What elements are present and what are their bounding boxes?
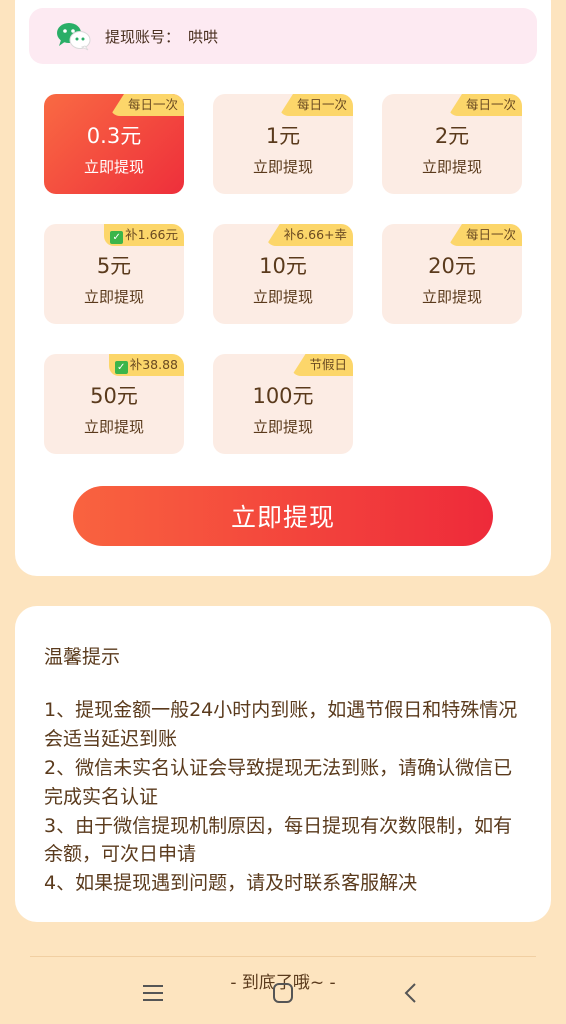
option-amount: 100元 [252,383,314,408]
footer-divider [30,956,536,957]
option-action-label: 立即提现 [83,157,144,176]
option-badge: 补6.66+幸 [265,224,353,246]
option-amount: 1元 [265,123,301,148]
option-action-label: 立即提现 [421,287,482,306]
option-amount: 0.3元 [86,123,142,148]
amount-option[interactable]: 每日一次 20元立即提现 [382,224,522,324]
option-amount: 20元 [428,253,476,278]
option-action-label: 立即提现 [421,157,482,176]
withdraw-button[interactable]: 立即提现 [73,486,493,546]
wechat-icon [55,21,95,51]
option-action-label: 立即提现 [252,417,313,436]
option-amount: 50元 [90,383,138,408]
option-badge-text: 补6.66+幸 [283,227,347,242]
tip-item: 4、如果提现遇到问题，请及时联系客服解决 [44,872,418,895]
tip-item: 3、由于微信提现机制原因，每日提现有次数限制，如有余额，可次日申请 [44,814,513,866]
option-amount: 10元 [259,253,307,278]
account-bar: 提现账号： 哄哄 [29,8,537,64]
option-badge: ✓ 补38.88 [108,354,184,376]
option-action-label: 立即提现 [83,417,144,436]
home-icon[interactable] [266,976,300,1010]
tips-title: 温馨提示 [44,646,121,668]
option-action-label: 立即提现 [83,287,144,306]
amount-option[interactable]: ✓ 补38.88 50元立即提现 [44,354,184,454]
option-badge: 每日一次 [447,224,522,246]
option-action-label: 立即提现 [252,157,313,176]
amount-option[interactable]: 补6.66+幸 10元立即提现 [213,224,353,324]
back-icon[interactable] [394,976,428,1010]
option-amount: 5元 [96,253,132,278]
option-badge: ✓ 补1.66元 [104,224,184,246]
option-badge-text: 补1.66元 [125,227,178,242]
option-badge: 每日一次 [109,94,184,116]
checkmark-icon: ✓ [110,231,124,244]
option-badge: 每日一次 [447,94,522,116]
option-badge-text: 节假日 [309,357,347,372]
amount-option[interactable]: 每日一次 2元立即提现 [382,94,522,194]
tip-item: 1、提现金额一般24小时内到账，如遇节假日和特殊情况会适当延迟到账 [44,699,518,750]
amount-option[interactable]: 每日一次 1元立即提现 [213,94,353,194]
system-navbar [0,968,566,1014]
tips-card: 温馨提示 1、提现金额一般24小时内到账，如遇节假日和特殊情况会适当延迟到账 2… [15,606,551,922]
tips-list: 1、提现金额一般24小时内到账，如遇节假日和特殊情况会适当延迟到账 2、微信未实… [44,696,524,898]
option-badge: 节假日 [291,354,353,376]
checkmark-icon: ✓ [114,361,128,374]
tip-item: 2、微信未实名认证会导致提现无法到账，请确认微信已完成实名认证 [44,756,513,808]
account-label: 提现账号： [105,27,181,46]
option-badge-text: 每日一次 [465,227,516,242]
option-badge-text: 每日一次 [465,97,516,112]
amount-option[interactable]: 节假日 100元立即提现 [213,354,353,454]
option-badge-text: 补38.88 [129,357,178,372]
amount-option[interactable]: ✓ 补1.66元 5元立即提现 [44,224,184,324]
option-badge-text: 每日一次 [127,97,178,112]
option-badge-text: 每日一次 [296,97,347,112]
option-amount: 2元 [434,123,470,148]
option-badge: 每日一次 [278,94,353,116]
option-action-label: 立即提现 [252,287,313,306]
account-value: 哄哄 [188,27,219,46]
menu-icon[interactable] [136,976,170,1010]
amount-option[interactable]: 每日一次 0.3元立即提现 [44,94,184,194]
